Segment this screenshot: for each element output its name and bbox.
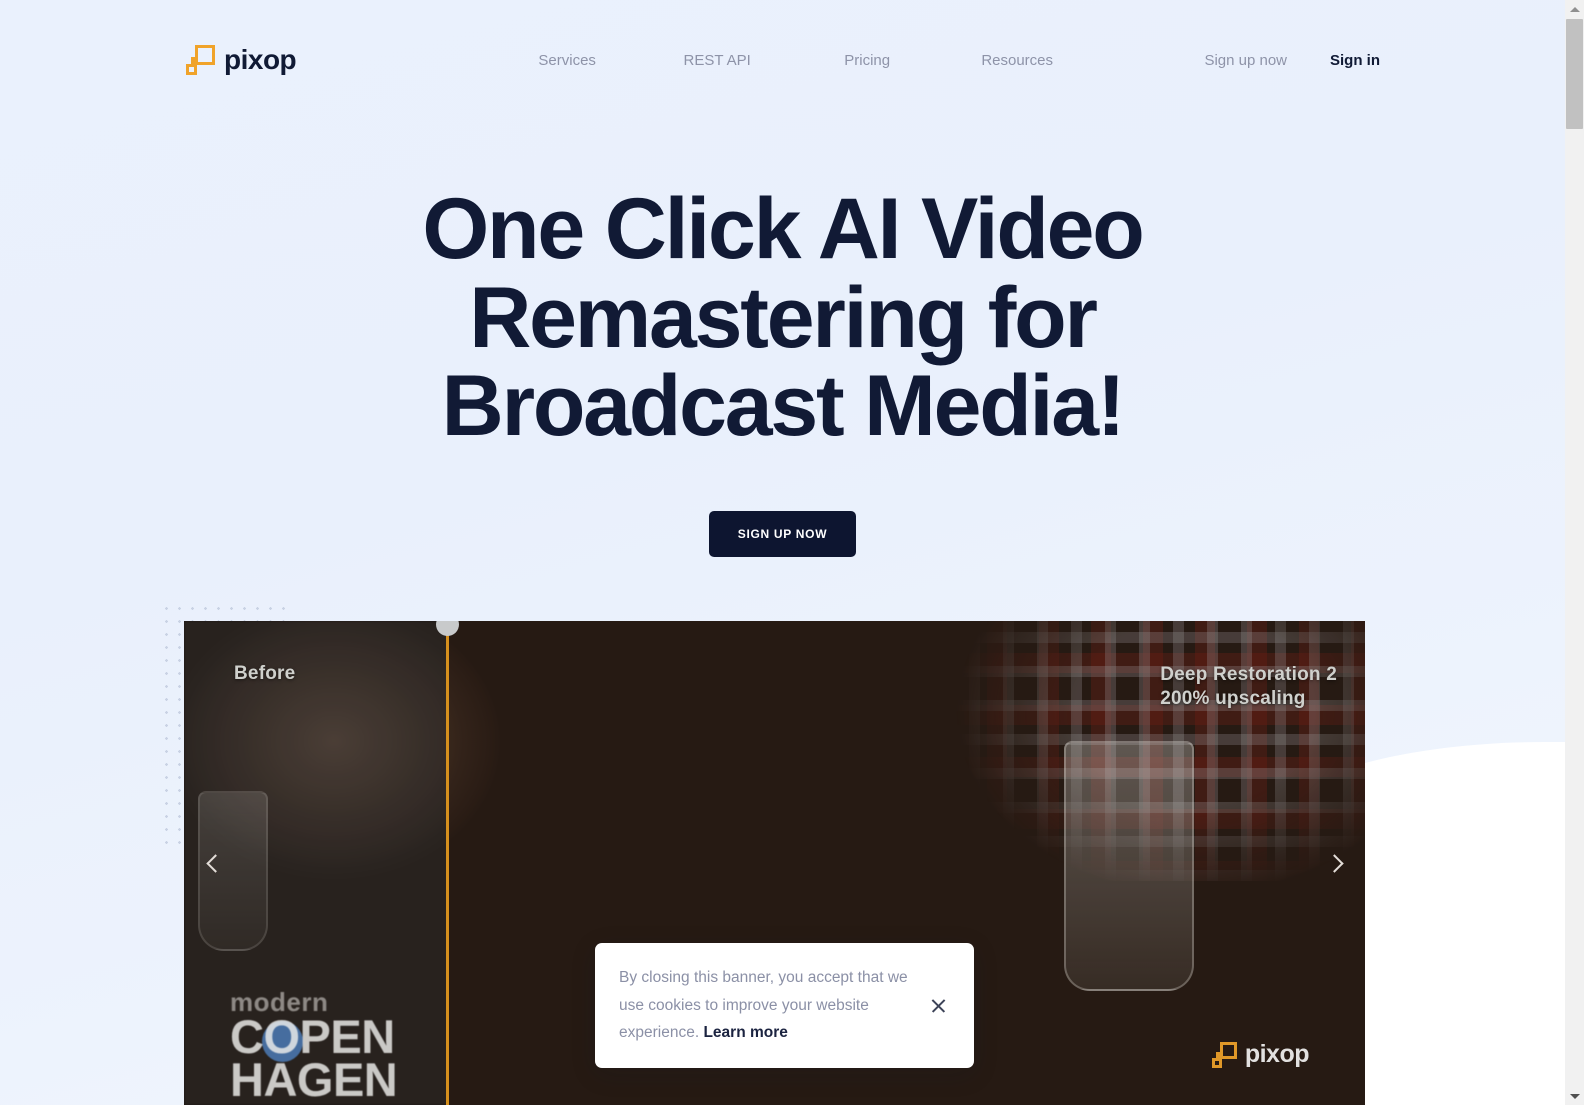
nav-item-resources[interactable]: Resources <box>942 42 1092 79</box>
pixop-watermark-text: pixop <box>1244 1040 1310 1068</box>
brand-name: pixop <box>224 44 297 75</box>
auth-links: Sign up now Sign in <box>1204 52 1380 69</box>
after-label-line-2: 200% upscaling <box>1160 688 1306 710</box>
video-title-line-2: COPEN <box>230 1009 395 1063</box>
brand-logo[interactable]: pixop <box>185 44 297 76</box>
hero-section: One Click AI Video Remastering for Broad… <box>0 185 1565 557</box>
nav-item-pricing[interactable]: Pricing <box>792 42 942 79</box>
before-label: Before <box>234 663 296 684</box>
browser-scrollbar[interactable] <box>1565 0 1584 1105</box>
nav-item-services[interactable]: Services <box>492 42 642 79</box>
cookie-banner-text: By closing this banner, you accept that … <box>619 964 926 1047</box>
hero-sign-up-button[interactable]: SIGN UP NOW <box>708 510 857 557</box>
video-burned-in-title: modern COPEN HAGEN <box>230 989 398 1105</box>
pixop-logo-mark-icon <box>185 45 215 75</box>
nav-item-rest-api[interactable]: REST API <box>642 42 792 79</box>
main-navigation: Services REST API Pricing Resources <box>492 42 1092 79</box>
site-header: pixop Services REST API Pricing Resource… <box>0 0 1565 120</box>
page-title: One Click AI Video Remastering for Broad… <box>422 181 1144 455</box>
cookie-learn-more-link[interactable]: Learn more <box>703 1024 787 1041</box>
scrollbar-up-arrow-icon[interactable] <box>1565 0 1584 18</box>
sign-in-link[interactable]: Sign in <box>1330 52 1380 69</box>
pixop-watermark: pixop <box>1211 1040 1310 1069</box>
scrollbar-thumb[interactable] <box>1566 19 1583 129</box>
cookie-close-icon[interactable] <box>926 993 952 1019</box>
carousel-prev-arrow-icon[interactable] <box>196 846 230 880</box>
cookie-consent-banner: By closing this banner, you accept that … <box>595 943 974 1068</box>
page-viewport: pixop Services REST API Pricing Resource… <box>0 0 1565 1105</box>
carousel-next-arrow-icon[interactable] <box>1319 846 1353 880</box>
browser-window: pixop Services REST API Pricing Resource… <box>0 0 1584 1105</box>
pixop-watermark-mark-icon <box>1211 1041 1237 1068</box>
after-label: Deep Restoration 2 200% upscaling <box>1160 663 1337 712</box>
comparison-slider-divider[interactable] <box>436 621 459 1105</box>
after-label-line-1: Deep Restoration 2 <box>1160 664 1337 685</box>
video-title-line-3: HAGEN <box>230 1052 398 1105</box>
sign-up-now-link[interactable]: Sign up now <box>1204 52 1287 69</box>
scrollbar-down-arrow-icon[interactable] <box>1565 1087 1584 1105</box>
